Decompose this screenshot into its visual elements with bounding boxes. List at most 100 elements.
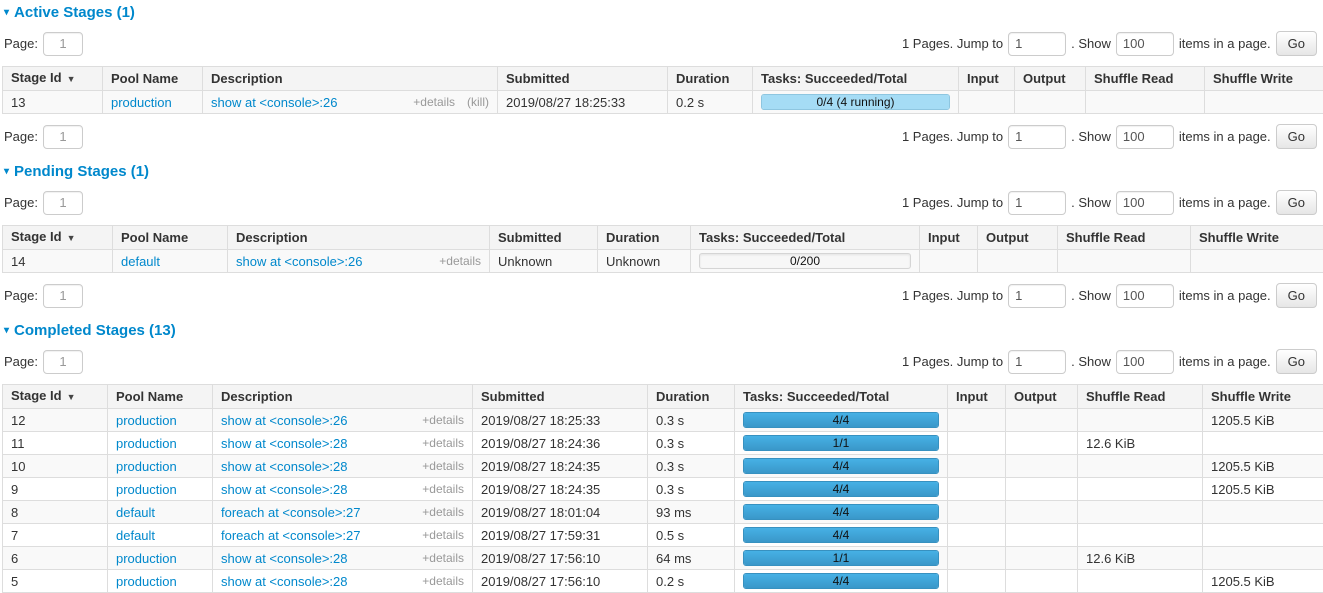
duration-cell: 0.3 s	[648, 478, 735, 501]
duration-cell: 0.2 s	[648, 570, 735, 593]
kill-link[interactable]: (kill)	[467, 95, 489, 110]
go-button[interactable]: Go	[1276, 349, 1317, 374]
shuffle-read-cell	[1078, 524, 1203, 547]
stage-description-link[interactable]: foreach at <console>:27	[221, 528, 361, 543]
shuffle-write-cell: 1205.5 KiB	[1203, 570, 1323, 593]
pool-link[interactable]: default	[121, 254, 160, 269]
pool-link[interactable]: default	[116, 505, 155, 520]
column-header[interactable]: Tasks: Succeeded/Total	[691, 226, 920, 250]
section-title-active-stages[interactable]: ▾Active Stages (1)	[4, 4, 1321, 21]
go-button[interactable]: Go	[1276, 124, 1317, 149]
column-header[interactable]: Input	[920, 226, 978, 250]
stage-description-link[interactable]: show at <console>:26	[236, 254, 362, 269]
show-items-input[interactable]	[1116, 125, 1174, 149]
show-items-input[interactable]	[1116, 284, 1174, 308]
details-toggle[interactable]: +details	[422, 574, 464, 589]
details-toggle[interactable]: +details	[422, 482, 464, 497]
column-header[interactable]: Output	[1006, 385, 1078, 409]
pool-name-cell: production	[108, 409, 213, 432]
column-header[interactable]: Output	[1015, 67, 1086, 91]
pool-link[interactable]: production	[111, 95, 172, 110]
column-header[interactable]: Stage Id▼	[3, 226, 113, 250]
details-toggle[interactable]: +details	[422, 436, 464, 451]
stage-row: 12productionshow at <console>:26+details…	[3, 409, 1323, 432]
jump-to-input[interactable]	[1008, 284, 1066, 308]
stage-description-link[interactable]: foreach at <console>:27	[221, 505, 361, 520]
column-header[interactable]: Description	[213, 385, 473, 409]
jump-to-input[interactable]	[1008, 350, 1066, 374]
column-header[interactable]: Output	[978, 226, 1058, 250]
output-cell	[1006, 570, 1078, 593]
completed-stages-section: ▾Completed Stages (13)Page:1 Pages. Jump…	[2, 322, 1321, 593]
column-header[interactable]: Input	[948, 385, 1006, 409]
column-header[interactable]: Pool Name	[113, 226, 228, 250]
stage-description-link[interactable]: show at <console>:28	[221, 459, 347, 474]
pool-link[interactable]: production	[116, 574, 177, 589]
details-toggle[interactable]: +details	[422, 528, 464, 543]
column-header[interactable]: Shuffle Write	[1191, 226, 1323, 250]
column-header[interactable]: Submitted	[498, 67, 668, 91]
column-header[interactable]: Submitted	[473, 385, 648, 409]
pool-link[interactable]: production	[116, 551, 177, 566]
go-button[interactable]: Go	[1276, 190, 1317, 215]
submitted-cell: 2019/08/27 18:24:35	[473, 478, 648, 501]
details-toggle[interactable]: +details	[422, 505, 464, 520]
show-items-input[interactable]	[1116, 191, 1174, 215]
column-header[interactable]: Description	[203, 67, 498, 91]
stage-description-link[interactable]: show at <console>:28	[221, 436, 347, 451]
column-header[interactable]: Submitted	[490, 226, 598, 250]
column-header[interactable]: Shuffle Read	[1058, 226, 1191, 250]
pool-link[interactable]: production	[116, 436, 177, 451]
details-toggle[interactable]: +details	[413, 95, 455, 110]
column-header[interactable]: Description	[228, 226, 490, 250]
pool-name-cell: production	[108, 478, 213, 501]
stage-description-link[interactable]: show at <console>:28	[221, 482, 347, 497]
page-number-input[interactable]	[43, 284, 83, 308]
page-number-input[interactable]	[43, 125, 83, 149]
pool-link[interactable]: production	[116, 482, 177, 497]
page-number-input[interactable]	[43, 191, 83, 215]
column-header[interactable]: Input	[959, 67, 1015, 91]
page-number-input[interactable]	[43, 32, 83, 56]
column-header[interactable]: Tasks: Succeeded/Total	[735, 385, 948, 409]
column-header[interactable]: Pool Name	[108, 385, 213, 409]
stage-description-link[interactable]: show at <console>:26	[211, 95, 337, 110]
show-items-input[interactable]	[1116, 350, 1174, 374]
column-header[interactable]: Duration	[668, 67, 753, 91]
stage-description-link[interactable]: show at <console>:26	[221, 413, 347, 428]
column-header[interactable]: Shuffle Read	[1078, 385, 1203, 409]
stage-description-link[interactable]: show at <console>:28	[221, 551, 347, 566]
details-toggle[interactable]: +details	[439, 254, 481, 269]
column-header[interactable]: Stage Id▼	[3, 385, 108, 409]
pool-link[interactable]: default	[116, 528, 155, 543]
column-header[interactable]: Tasks: Succeeded/Total	[753, 67, 959, 91]
jump-to-input[interactable]	[1008, 125, 1066, 149]
tasks-progress-bar: 4/4	[743, 504, 939, 520]
column-header[interactable]: Shuffle Write	[1205, 67, 1323, 91]
tasks-progress-bar: 4/4	[743, 458, 939, 474]
input-cell	[948, 455, 1006, 478]
items-per-page-label: items in a page.	[1179, 195, 1271, 210]
section-title-completed-stages[interactable]: ▾Completed Stages (13)	[4, 322, 1321, 339]
stage-description-link[interactable]: show at <console>:28	[221, 574, 347, 589]
details-toggle[interactable]: +details	[422, 459, 464, 474]
column-header[interactable]: Shuffle Read	[1086, 67, 1205, 91]
details-toggle[interactable]: +details	[422, 551, 464, 566]
column-header[interactable]: Shuffle Write	[1203, 385, 1323, 409]
go-button[interactable]: Go	[1276, 31, 1317, 56]
show-items-input[interactable]	[1116, 32, 1174, 56]
shuffle-read-cell	[1058, 250, 1191, 273]
go-button[interactable]: Go	[1276, 283, 1317, 308]
details-toggle[interactable]: +details	[422, 413, 464, 428]
jump-to-input[interactable]	[1008, 191, 1066, 215]
pool-link[interactable]: production	[116, 459, 177, 474]
column-header[interactable]: Stage Id▼	[3, 67, 103, 91]
column-header[interactable]: Duration	[598, 226, 691, 250]
page-number-input[interactable]	[43, 350, 83, 374]
jump-to-input[interactable]	[1008, 32, 1066, 56]
pool-link[interactable]: production	[116, 413, 177, 428]
column-header[interactable]: Pool Name	[103, 67, 203, 91]
column-header[interactable]: Duration	[648, 385, 735, 409]
page-label: Page:	[4, 354, 38, 369]
section-title-pending-stages[interactable]: ▾Pending Stages (1)	[4, 163, 1321, 180]
